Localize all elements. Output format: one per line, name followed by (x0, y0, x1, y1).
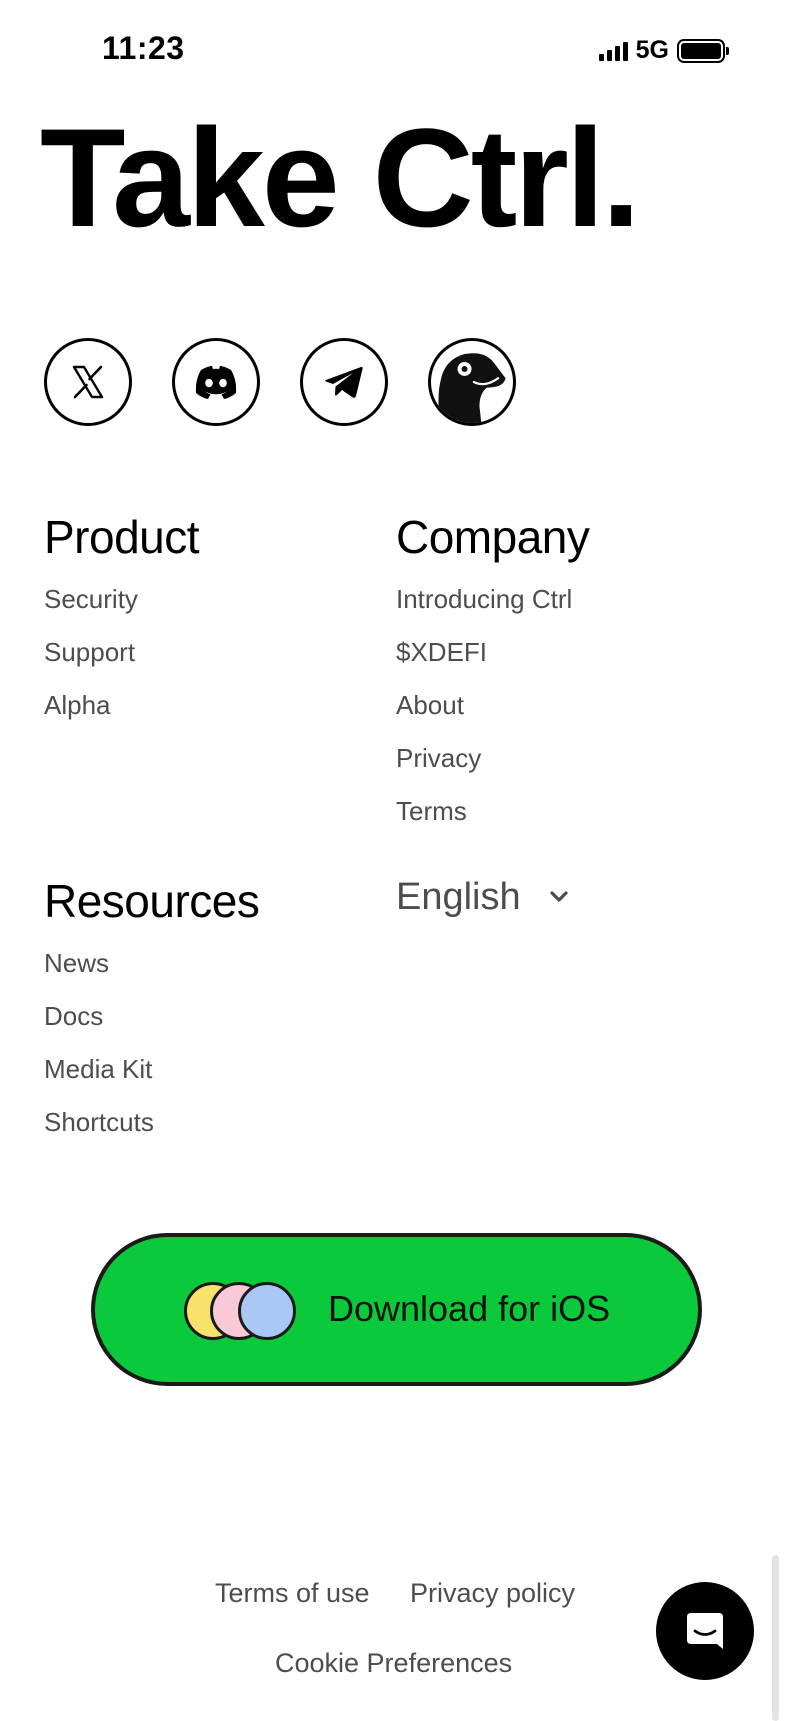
privacy-policy-link[interactable]: Privacy policy (410, 1580, 575, 1607)
company-link-about[interactable]: About (396, 692, 464, 718)
signal-icon (598, 41, 628, 61)
resources-link-shortcuts[interactable]: Shortcuts (44, 1109, 154, 1135)
product-heading: Product (44, 511, 200, 563)
product-link-security[interactable]: Security (44, 586, 138, 612)
language-select[interactable]: English (396, 878, 569, 916)
product-section: Product Security Support Alpha (44, 511, 200, 718)
company-section: Company Introducing Ctrl $XDEFI About Pr… (396, 511, 590, 824)
discord-link[interactable] (172, 338, 260, 426)
scrollbar[interactable] (772, 1555, 779, 1721)
status-time: 11:23 (102, 30, 185, 66)
resources-section: Resources News Docs Media Kit Shortcuts (44, 875, 260, 1135)
coingecko-link[interactable] (428, 338, 516, 426)
download-label: Download for iOS (328, 1288, 611, 1329)
x-link[interactable] (44, 338, 132, 426)
chat-icon (687, 1613, 723, 1649)
company-link-introducing-ctrl[interactable]: Introducing Ctrl (396, 586, 572, 612)
company-link-privacy[interactable]: Privacy (396, 745, 481, 771)
cookie-preferences-link[interactable]: Cookie Preferences (275, 1650, 512, 1677)
coingecko-icon (438, 353, 506, 423)
company-heading: Company (396, 511, 590, 563)
language-label: English (396, 876, 521, 918)
product-link-support[interactable]: Support (44, 639, 135, 665)
social-links (44, 338, 516, 426)
telegram-link[interactable] (300, 338, 388, 426)
app-dots-icon (184, 1282, 296, 1340)
status-bar: 11:23 5G (0, 0, 795, 100)
resources-heading: Resources (44, 875, 260, 927)
battery-icon (677, 38, 729, 63)
chevron-down-icon (550, 891, 568, 902)
telegram-icon (325, 366, 363, 398)
network-type: 5G (635, 36, 669, 64)
resources-link-media-kit[interactable]: Media Kit (44, 1056, 152, 1082)
resources-link-docs[interactable]: Docs (44, 1003, 103, 1029)
chat-button[interactable] (656, 1582, 754, 1680)
company-link-xdefi[interactable]: $XDEFI (396, 639, 487, 665)
download-ios-button[interactable]: Download for iOS (91, 1233, 702, 1386)
x-icon (72, 365, 104, 399)
resources-link-news[interactable]: News (44, 950, 109, 976)
hero-title: Take Ctrl. (40, 99, 641, 256)
status-indicators: 5G (598, 36, 729, 65)
company-link-terms[interactable]: Terms (396, 798, 467, 824)
discord-icon (195, 366, 237, 399)
terms-of-use-link[interactable]: Terms of use (215, 1580, 370, 1607)
product-link-alpha[interactable]: Alpha (44, 692, 111, 718)
